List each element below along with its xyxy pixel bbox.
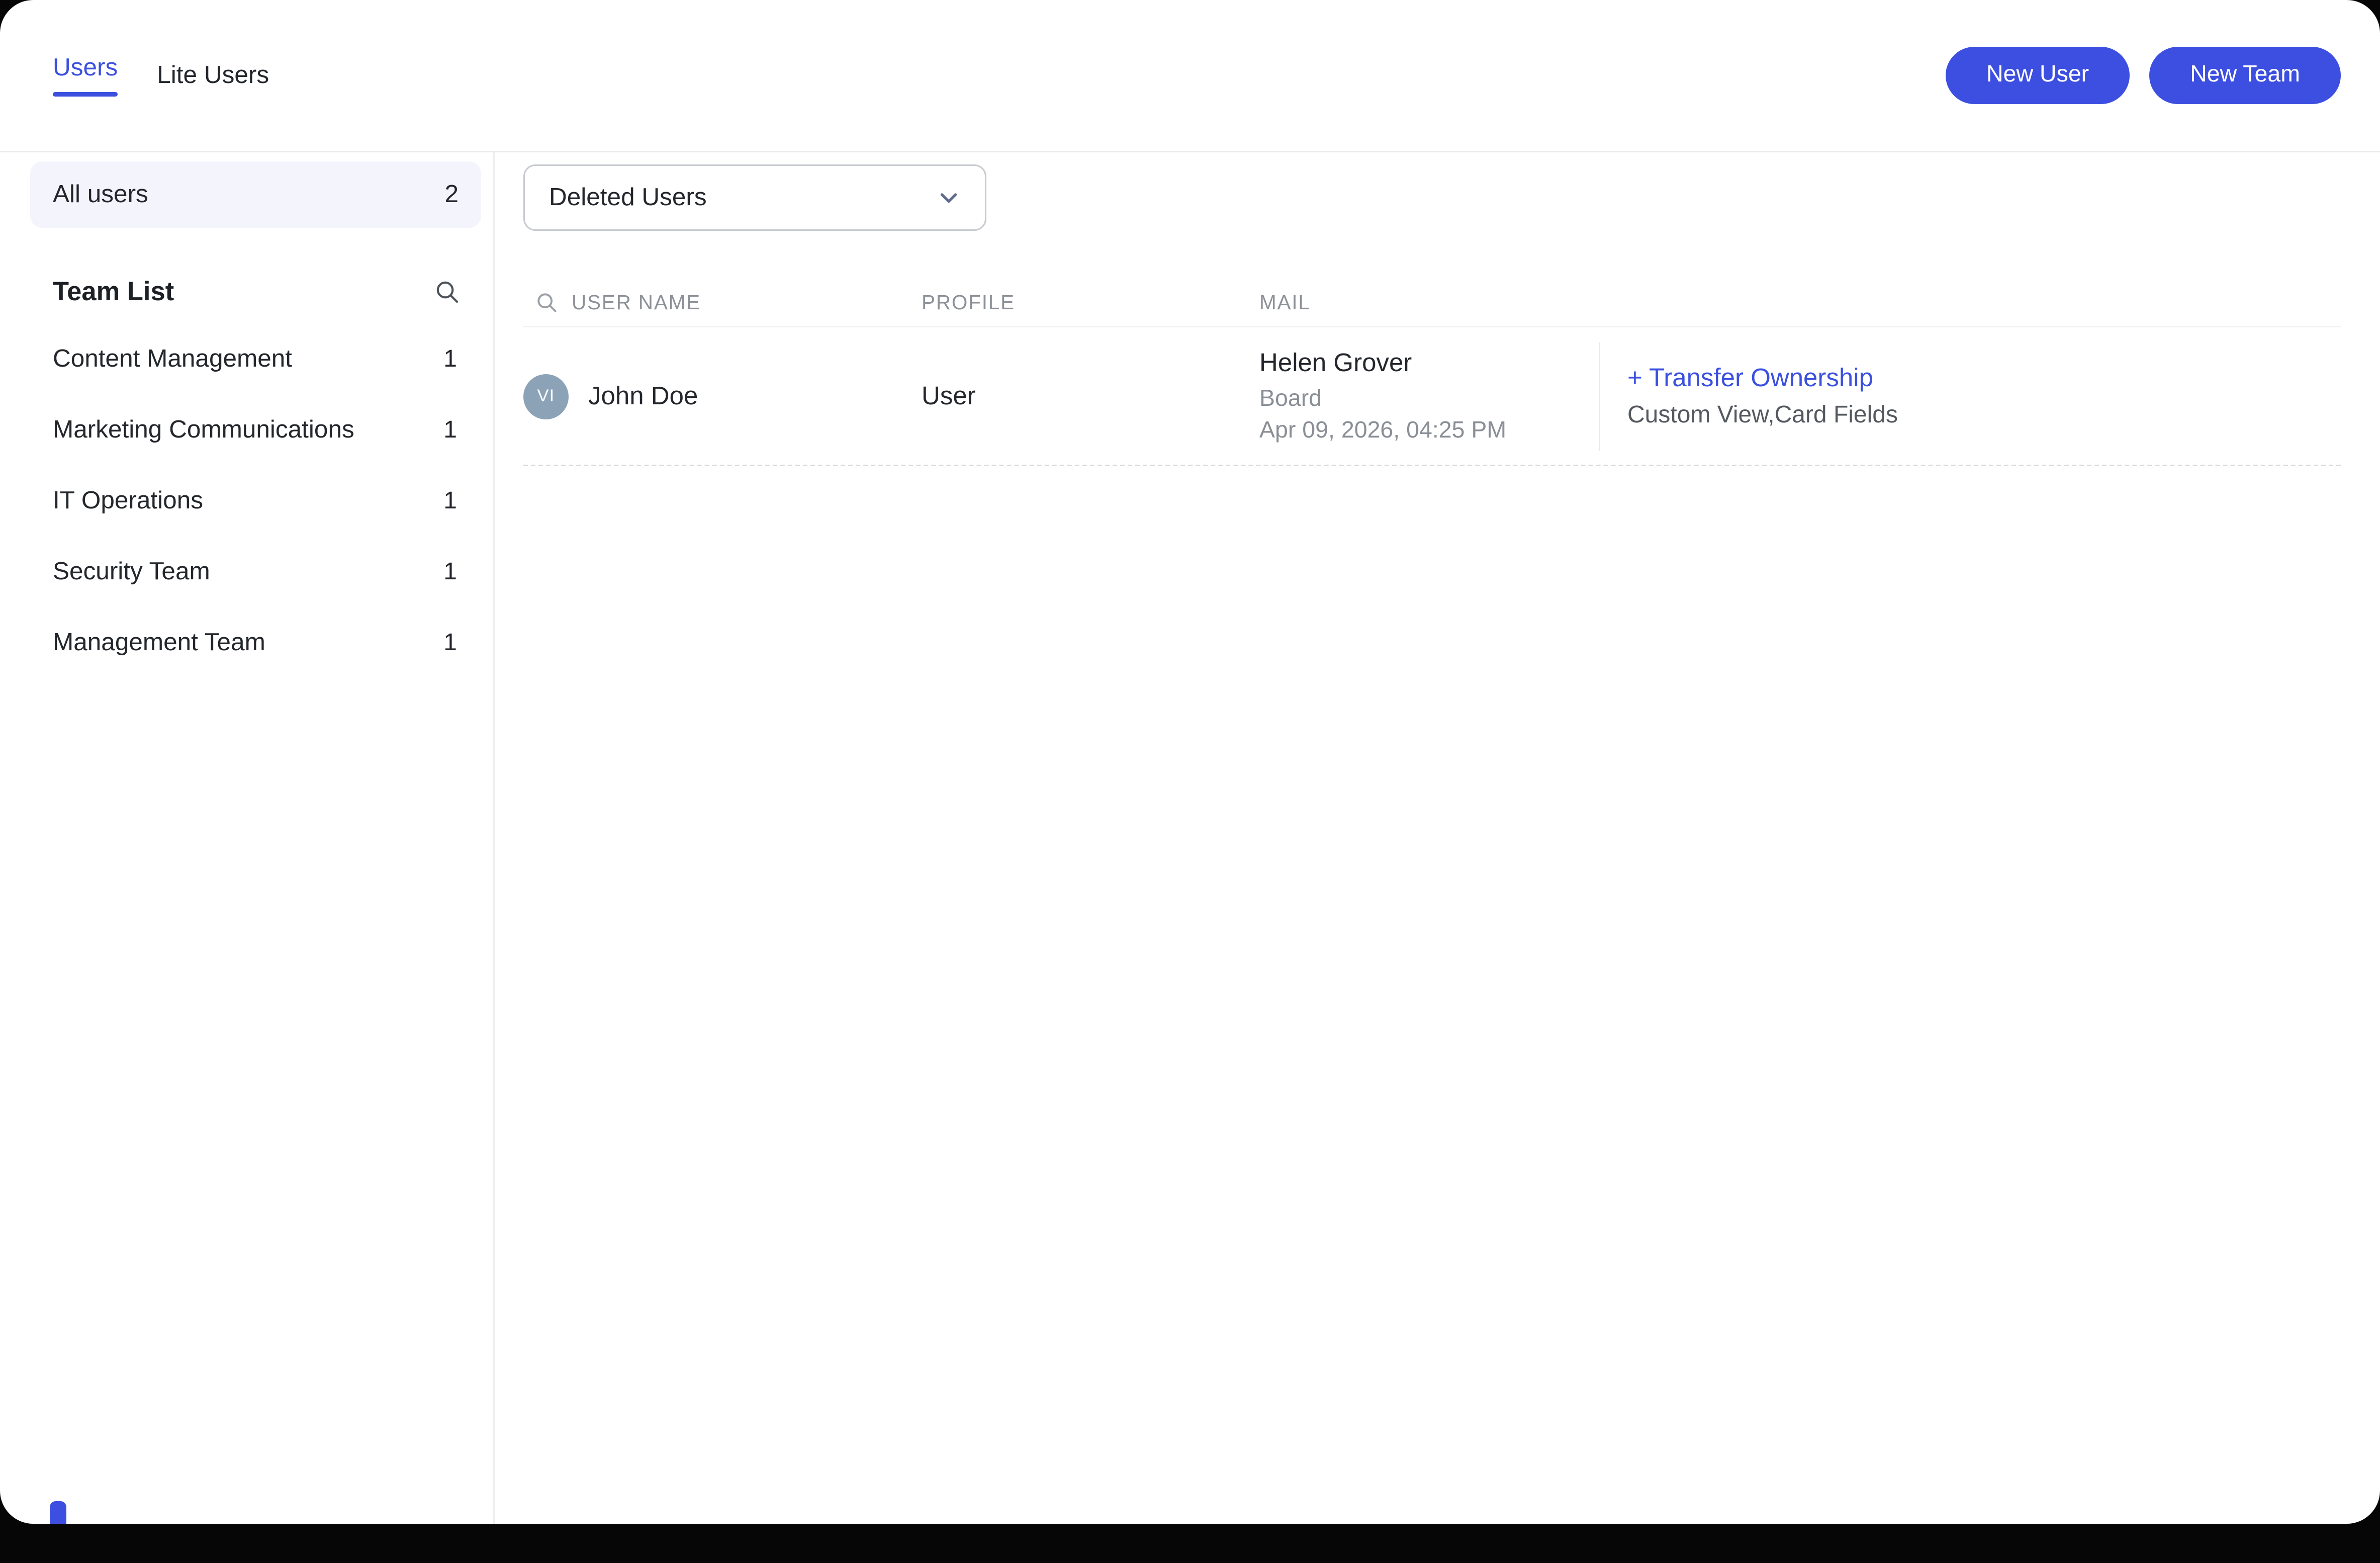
column-profile: PROFILE	[922, 291, 1015, 314]
main-content: Deleted Users USER NAME PROFILE MAIL VI …	[495, 152, 2380, 1524]
sidebar-item-content-management[interactable]: Content Management 1	[0, 324, 493, 395]
sidebar: All users 2 Team List Content Management…	[0, 152, 495, 1524]
profile-cell: User	[922, 381, 976, 410]
transfer-ownership-link[interactable]: + Transfer Ownership	[1627, 363, 2341, 393]
mail-cell: Helen Grover Board Apr 09, 2026, 04:25 P…	[1259, 348, 1599, 445]
team-count: 1	[443, 417, 457, 443]
screen: Users Lite Users New User New Team All u…	[0, 0, 2380, 1563]
sidebar-item-marketing-communications[interactable]: Marketing Communications 1	[0, 395, 493, 466]
action-cell: + Transfer Ownership Custom View,Card Fi…	[1599, 341, 2341, 451]
search-icon[interactable]	[535, 291, 558, 314]
team-count: 1	[443, 346, 457, 372]
top-header: Users Lite Users New User New Team	[0, 0, 2380, 152]
column-label: USER NAME	[572, 291, 701, 314]
mail-sub: Board	[1259, 385, 1322, 411]
sidebar-item-all-users[interactable]: All users 2	[30, 161, 481, 228]
column-mail: MAIL	[1259, 291, 1311, 314]
user-cell: VI John Doe	[523, 373, 922, 419]
team-name: Content Management	[53, 345, 293, 373]
team-count: 1	[443, 630, 457, 656]
team-name: IT Operations	[53, 487, 204, 514]
all-users-count: 2	[444, 180, 459, 208]
team-count: 1	[443, 488, 457, 514]
sidebar-item-management-team[interactable]: Management Team 1	[0, 608, 493, 679]
mail-date: Apr 09, 2026, 04:25 PM	[1259, 417, 1507, 443]
floating-widget-edge	[50, 1501, 66, 1524]
team-name: Management Team	[53, 629, 265, 656]
body: All users 2 Team List Content Management…	[0, 152, 2380, 1524]
action-sub: Custom View,Card Fields	[1627, 402, 1898, 428]
user-management-window: Users Lite Users New User New Team All u…	[0, 0, 2380, 1524]
team-list-header: Team List	[0, 258, 493, 324]
user-name: John Doe	[588, 381, 698, 410]
table-header: USER NAME PROFILE MAIL	[523, 279, 2341, 327]
team-name: Marketing Communications	[53, 416, 354, 444]
all-users-label: All users	[53, 180, 148, 208]
avatar: VI	[523, 373, 569, 419]
sidebar-item-it-operations[interactable]: IT Operations 1	[0, 466, 493, 537]
table-row: VI John Doe User Helen Grover Board Apr …	[523, 327, 2341, 466]
column-user-name: USER NAME	[523, 291, 922, 314]
user-filter-dropdown[interactable]: Deleted Users	[523, 164, 986, 231]
tab-users[interactable]: Users	[53, 54, 118, 97]
team-list-title: Team List	[53, 275, 174, 306]
new-user-button[interactable]: New User	[1946, 47, 2130, 104]
sidebar-item-security-team[interactable]: Security Team 1	[0, 537, 493, 608]
chevron-down-icon	[937, 186, 961, 210]
team-name: Security Team	[53, 558, 210, 585]
team-count: 1	[443, 559, 457, 585]
user-filter-value: Deleted Users	[549, 183, 707, 211]
new-team-button[interactable]: New Team	[2149, 47, 2341, 104]
team-search-icon[interactable]	[434, 279, 460, 304]
header-actions: New User New Team	[1946, 47, 2341, 104]
tab-lite-users[interactable]: Lite Users	[157, 61, 269, 90]
mail-name: Helen Grover	[1259, 348, 1412, 377]
